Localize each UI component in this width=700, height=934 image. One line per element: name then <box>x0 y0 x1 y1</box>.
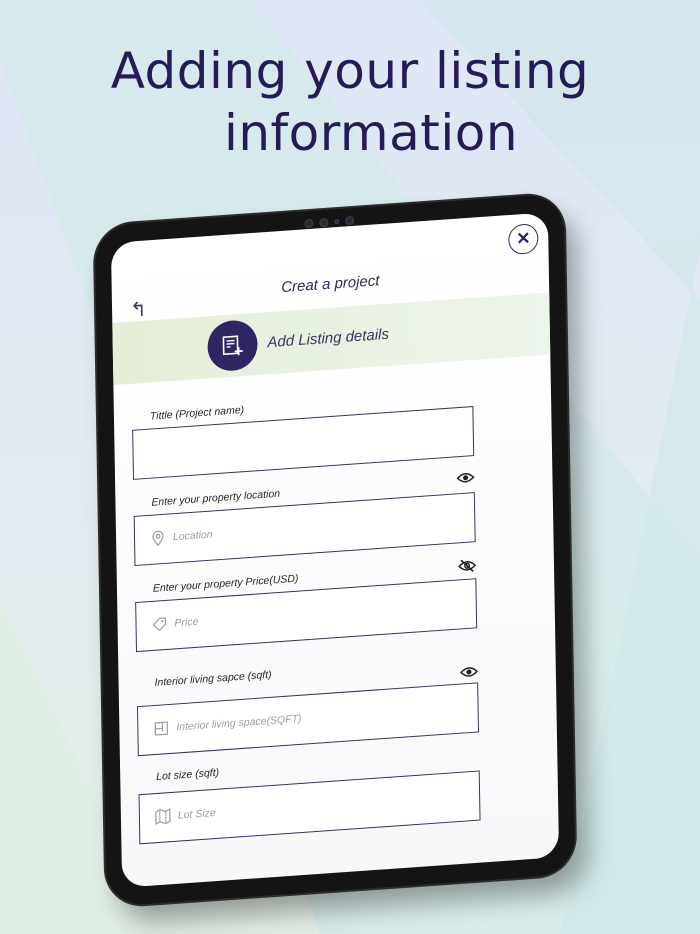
headline-line-1: Adding your listing <box>110 42 590 100</box>
lot-size-placeholder: Lot Size <box>177 806 216 822</box>
camera-dot <box>304 218 314 229</box>
eye-icon[interactable] <box>456 470 475 485</box>
listing-details-banner: Add Listing details <box>112 292 551 386</box>
headline: Adding your listing information <box>0 40 700 164</box>
interior-space-field-label: Interior living sapce (sqft) <box>154 668 272 689</box>
location-placeholder: Location <box>172 528 213 544</box>
banner-title: Add Listing details <box>267 325 390 352</box>
app-screen: ✕ ↰ Creat a project Add Listing details … <box>110 212 560 888</box>
close-icon: ✕ <box>516 228 531 249</box>
location-field-label: Enter your property location <box>151 487 281 509</box>
interior-space-input[interactable]: Interior living space(SQFT) <box>136 682 480 757</box>
interior-space-placeholder: Interior living space(SQFT) <box>176 712 302 734</box>
camera-dot <box>334 218 340 225</box>
map-icon <box>155 808 171 826</box>
headline-line-2: information <box>223 104 519 162</box>
lot-size-field-label: Lot size (sqft) <box>156 766 220 784</box>
title-field-label: Tittle (Project name) <box>149 403 245 423</box>
floor-plan-icon <box>154 721 169 736</box>
price-placeholder: Price <box>174 615 199 630</box>
camera-dot <box>319 217 329 228</box>
tablet-device: ✕ ↰ Creat a project Add Listing details … <box>94 193 576 907</box>
eye-off-icon[interactable] <box>458 558 477 573</box>
price-tag-icon <box>152 617 167 632</box>
lot-size-input[interactable]: Lot Size <box>138 770 481 845</box>
close-button[interactable]: ✕ <box>508 223 539 256</box>
location-pin-icon <box>152 530 164 547</box>
camera-dot <box>345 215 355 226</box>
eye-icon[interactable] <box>459 664 479 679</box>
listing-add-icon <box>207 318 258 373</box>
